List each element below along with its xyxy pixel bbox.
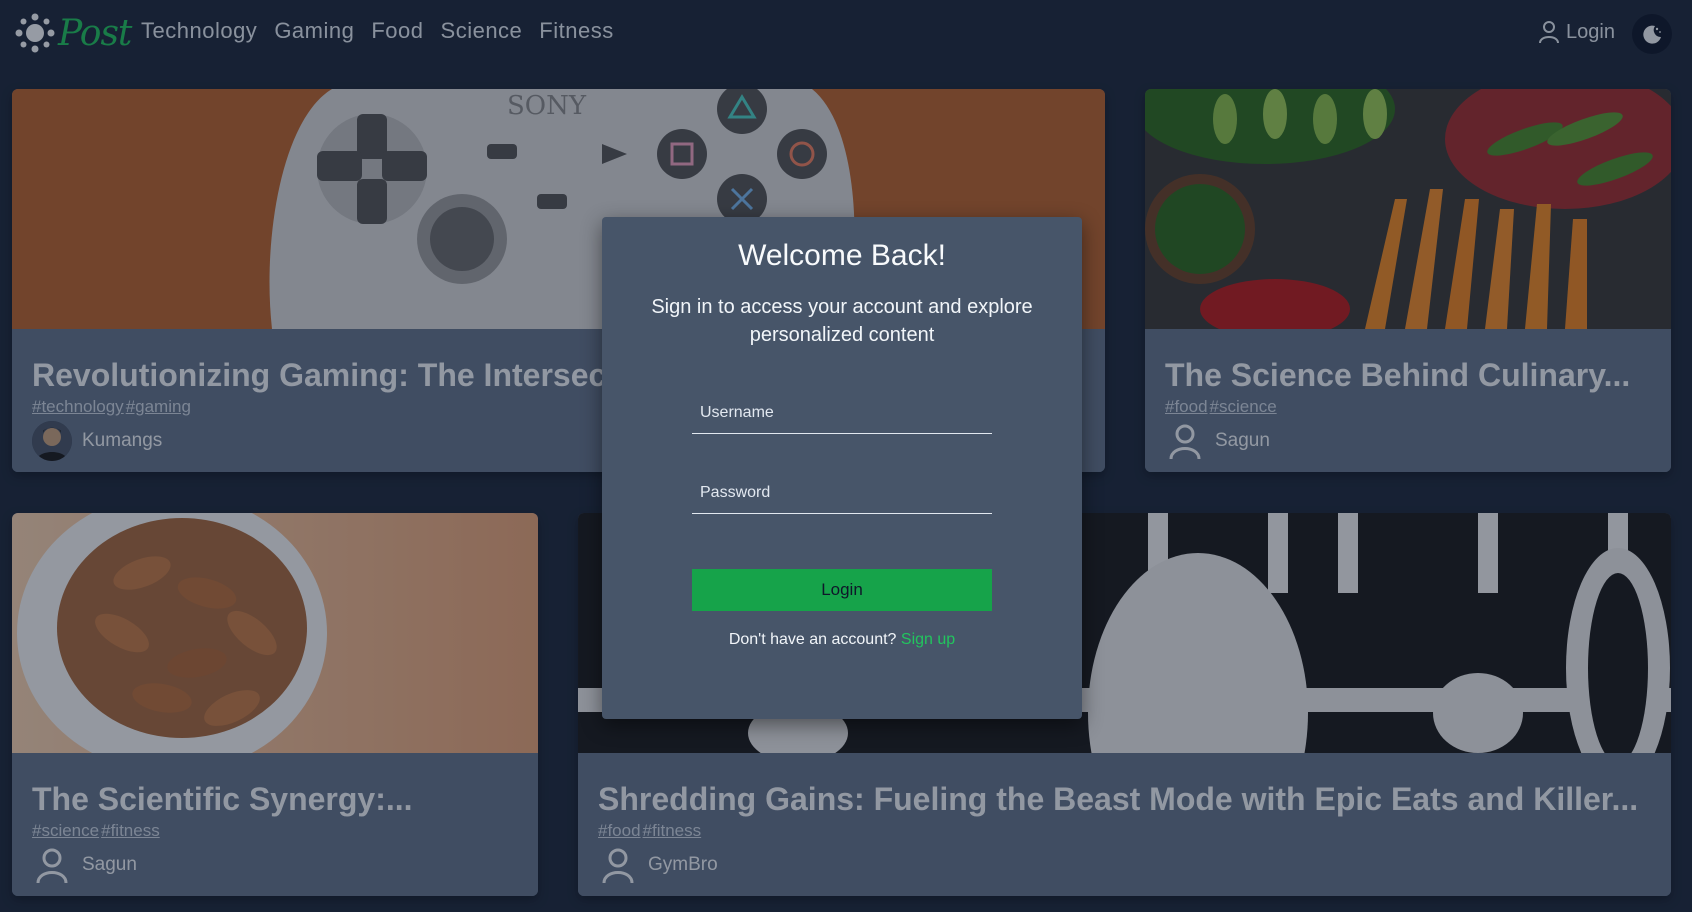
login-modal: Welcome Back! Sign in to access your acc… bbox=[602, 217, 1082, 719]
username-field bbox=[692, 393, 992, 434]
password-input[interactable] bbox=[692, 473, 992, 513]
modal-title: Welcome Back! bbox=[738, 239, 946, 272]
signup-prompt: Don't have an account? Sign up bbox=[602, 631, 1082, 649]
signup-prompt-text: Don't have an account? bbox=[728, 631, 897, 648]
login-submit-button[interactable]: Login bbox=[692, 569, 992, 611]
modal-subtitle: Sign in to access your account and explo… bbox=[651, 296, 1033, 346]
username-input[interactable] bbox=[692, 393, 992, 433]
password-field bbox=[692, 473, 992, 514]
signup-link[interactable]: Sign up bbox=[901, 631, 955, 648]
